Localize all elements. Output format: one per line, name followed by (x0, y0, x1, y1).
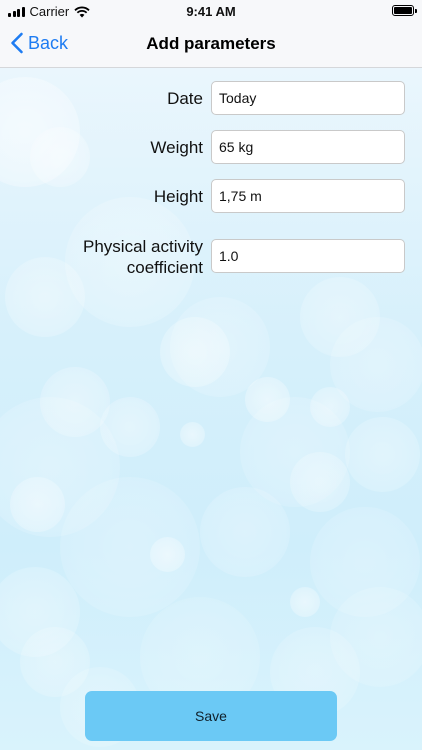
height-label: Height (153, 187, 203, 206)
status-bar: Carrier 9:41 AM (0, 0, 422, 22)
height-field[interactable] (211, 179, 405, 213)
activity-coefficient-field[interactable] (211, 239, 405, 273)
weight-label: Weight (150, 138, 203, 157)
activity-label-line1: Physical activity (83, 237, 203, 256)
status-time: 9:41 AM (186, 4, 236, 19)
save-button[interactable]: Save (85, 691, 337, 741)
weight-field[interactable] (211, 130, 405, 164)
activity-label: Physical activity coefficient (83, 236, 203, 278)
page-title: Add parameters (146, 34, 276, 53)
date-field[interactable] (211, 81, 405, 115)
navigation-bar: Back Add parameters (0, 22, 422, 68)
date-label: Date (167, 89, 203, 108)
activity-label-line2: coefficient (126, 258, 203, 277)
battery-icon (392, 5, 417, 16)
bokeh-background (0, 67, 422, 750)
